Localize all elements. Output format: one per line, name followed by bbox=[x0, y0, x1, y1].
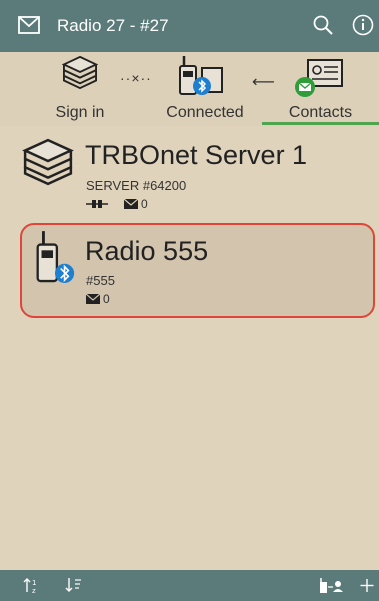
contact-card-icon bbox=[295, 59, 343, 97]
tab-sign-in-label: Sign in bbox=[55, 104, 105, 121]
sort-ascending-icon[interactable]: 1 z bbox=[22, 575, 44, 595]
tab-connected-label: Connected bbox=[166, 104, 244, 121]
message-count: 0 bbox=[141, 197, 148, 211]
list-item[interactable]: TRBOnet Server 1 SERVER #64200 0 bbox=[0, 126, 379, 216]
radio-bluetooth-icon bbox=[36, 231, 75, 283]
app-bar: Radio 27 - #27 bbox=[0, 0, 379, 52]
disconnected-connector-icon: ··×·· bbox=[120, 70, 152, 86]
server-stack-icon bbox=[22, 138, 74, 186]
bottom-toolbar: 1 z bbox=[0, 570, 379, 601]
svg-text:1: 1 bbox=[32, 579, 36, 587]
radio-to-contact-icon[interactable] bbox=[318, 575, 344, 595]
envelope-icon bbox=[124, 199, 138, 209]
contact-name: Radio 555 bbox=[85, 236, 209, 266]
search-icon[interactable] bbox=[312, 14, 334, 36]
info-icon[interactable] bbox=[352, 14, 374, 36]
mail-icon[interactable] bbox=[18, 16, 40, 34]
tab-connected[interactable]: Connected bbox=[150, 52, 260, 126]
tab-contacts[interactable]: Contacts bbox=[262, 52, 379, 126]
tab-contacts-label: Contacts bbox=[288, 104, 353, 121]
contact-list: TRBOnet Server 1 SERVER #64200 0 Radio 5… bbox=[0, 126, 379, 570]
connection-steps: Sign in ··×·· Connected ⟵ Contacts bbox=[0, 52, 379, 126]
contact-subtitle: #555 bbox=[86, 273, 115, 288]
sort-descending-icon[interactable] bbox=[64, 575, 86, 595]
radio-bluetooth-icon bbox=[179, 56, 223, 95]
message-counter: 0 bbox=[124, 197, 148, 211]
contact-name: TRBOnet Server 1 bbox=[85, 140, 308, 170]
list-item[interactable]: Radio 555 #555 0 bbox=[0, 223, 379, 318]
message-counter: 0 bbox=[86, 292, 110, 306]
app-title: Radio 27 - #27 bbox=[57, 16, 169, 35]
server-stack-icon bbox=[61, 55, 99, 89]
active-tab-indicator bbox=[262, 122, 379, 125]
envelope-icon bbox=[86, 294, 100, 304]
connection-status-icon bbox=[86, 200, 108, 208]
contact-subtitle: SERVER #64200 bbox=[86, 178, 187, 193]
tab-sign-in[interactable]: Sign in bbox=[30, 52, 130, 126]
add-icon[interactable] bbox=[356, 575, 378, 595]
svg-text:z: z bbox=[32, 587, 36, 595]
message-count: 0 bbox=[103, 292, 110, 306]
